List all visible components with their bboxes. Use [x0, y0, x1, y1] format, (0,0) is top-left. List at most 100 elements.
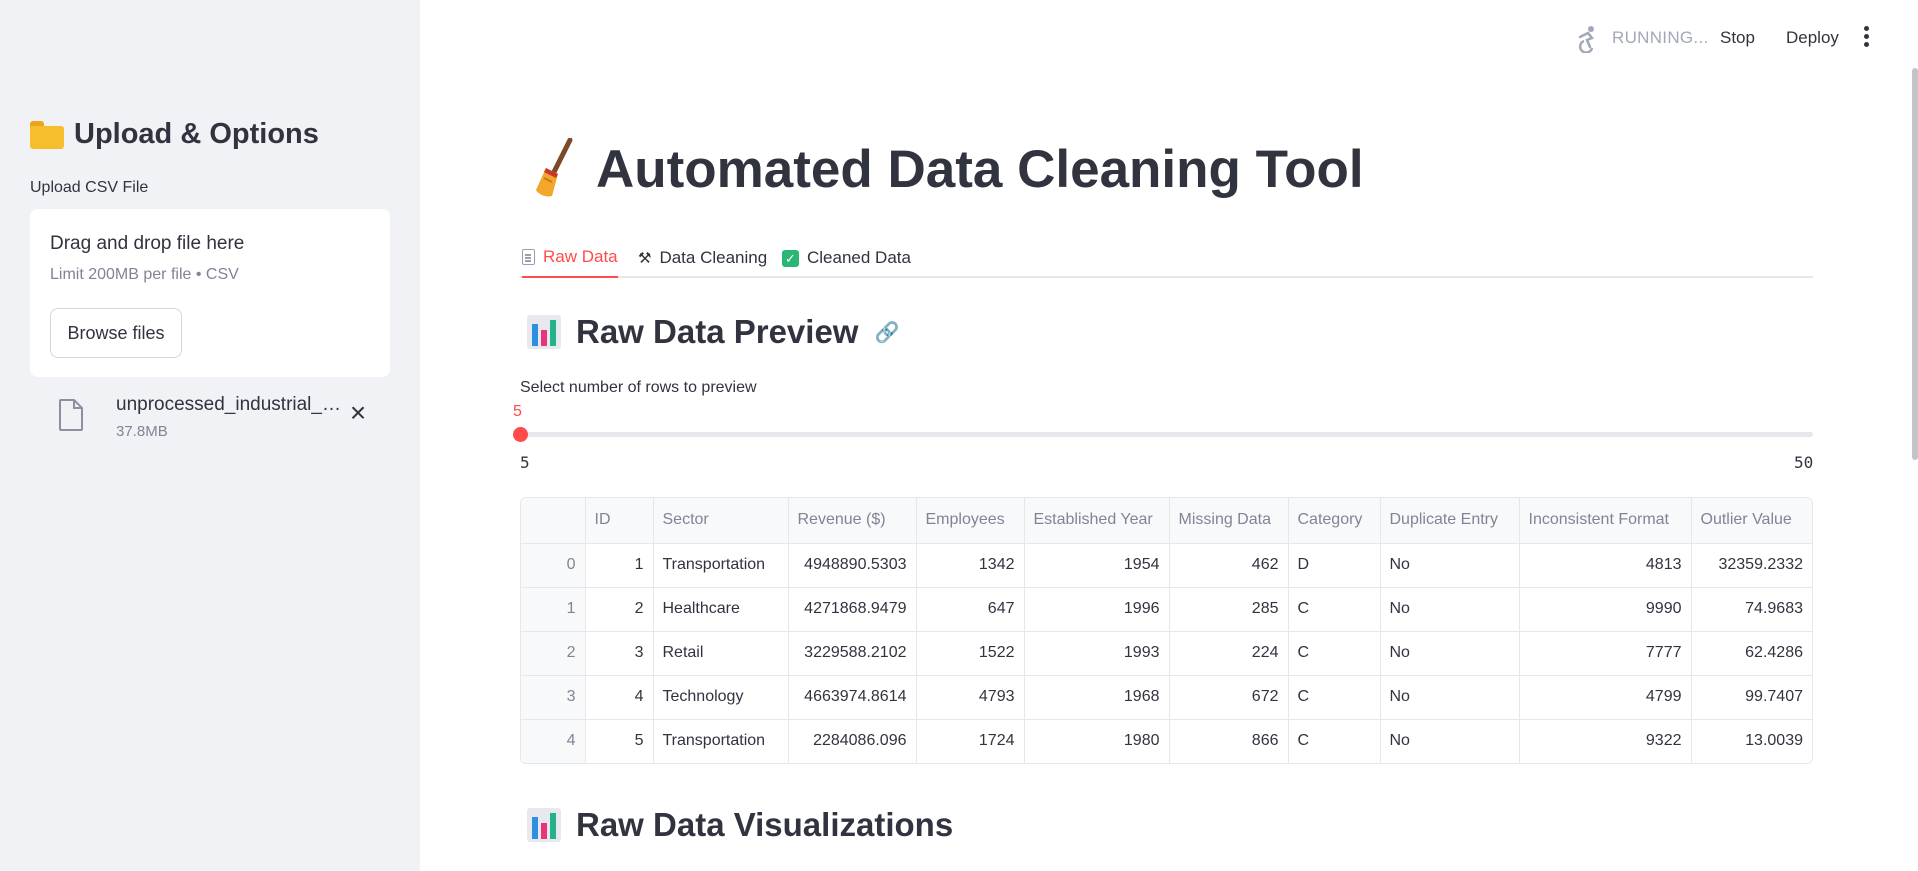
- table-cell[interactable]: Technology: [653, 675, 789, 720]
- column-header[interactable]: Duplicate Entry: [1380, 498, 1520, 544]
- table-cell[interactable]: 1954: [1024, 543, 1170, 588]
- column-header[interactable]: [521, 498, 586, 544]
- table-cell[interactable]: C: [1288, 587, 1381, 632]
- table-cell[interactable]: Transportation: [653, 543, 789, 588]
- table-cell[interactable]: 4813: [1519, 543, 1692, 588]
- tab-bar: Raw Data ⚒ Data Cleaning ✓ Cleaned Data: [520, 232, 1813, 278]
- data-table[interactable]: ID Sector Revenue ($) Employees Establis…: [520, 497, 1813, 764]
- table-cell[interactable]: 4793: [916, 675, 1025, 720]
- table-cell[interactable]: 462: [1169, 543, 1289, 588]
- column-header[interactable]: Employees: [916, 498, 1025, 544]
- table-cell[interactable]: 4663974.8614: [788, 675, 917, 720]
- column-header[interactable]: Category: [1288, 498, 1381, 544]
- page-title: Automated Data Cleaning Tool: [534, 138, 1364, 200]
- tab-cleaned-data[interactable]: ✓ Cleaned Data: [782, 238, 911, 278]
- table-cell[interactable]: 1: [585, 543, 654, 588]
- stop-button[interactable]: Stop: [1720, 28, 1755, 48]
- bar-chart-icon: [527, 315, 561, 349]
- browse-files-button[interactable]: Browse files: [50, 308, 182, 358]
- table-cell[interactable]: 285: [1169, 587, 1289, 632]
- table-cell[interactable]: No: [1380, 631, 1520, 676]
- table-cell[interactable]: 4799: [1519, 675, 1692, 720]
- table-cell[interactable]: 74.9683: [1691, 587, 1812, 632]
- table-cell[interactable]: 7777: [1519, 631, 1692, 676]
- upload-label: Upload CSV File: [30, 179, 149, 196]
- table-cell[interactable]: C: [1288, 719, 1381, 763]
- table-cell[interactable]: 866: [1169, 719, 1289, 763]
- table-cell[interactable]: Healthcare: [653, 587, 789, 632]
- table-cell[interactable]: 1522: [916, 631, 1025, 676]
- running-status: RUNNING...: [1612, 28, 1709, 47]
- table-cell[interactable]: 2284086.096: [788, 719, 917, 763]
- table-cell[interactable]: 647: [916, 587, 1025, 632]
- table-cell[interactable]: 4948890.5303: [788, 543, 917, 588]
- column-header[interactable]: ID: [585, 498, 654, 544]
- deploy-button[interactable]: Deploy: [1786, 28, 1839, 48]
- table-cell[interactable]: 99.7407: [1691, 675, 1812, 720]
- app-root: Upload & Options Upload CSV File Drag an…: [0, 0, 1918, 871]
- table-cell[interactable]: 4: [521, 719, 586, 763]
- table-row: 0 1 Transportation 4948890.5303 1342 195…: [521, 543, 1812, 588]
- table-cell[interactable]: 2: [521, 631, 586, 676]
- table-cell[interactable]: 9990: [1519, 587, 1692, 632]
- main-menu-icon[interactable]: [1862, 26, 1870, 50]
- tab-data-cleaning[interactable]: ⚒ Data Cleaning: [638, 238, 767, 278]
- table-cell[interactable]: 1993: [1024, 631, 1170, 676]
- table-cell[interactable]: 5: [585, 719, 654, 763]
- table-cell[interactable]: 13.0039: [1691, 719, 1812, 763]
- file-dropzone[interactable]: Drag and drop file here Limit 200MB per …: [30, 209, 390, 377]
- column-header[interactable]: Inconsistent Format: [1519, 498, 1692, 544]
- table-cell[interactable]: 3: [585, 631, 654, 676]
- table-cell[interactable]: C: [1288, 675, 1381, 720]
- column-header[interactable]: Established Year: [1024, 498, 1170, 544]
- column-header[interactable]: Missing Data: [1169, 498, 1289, 544]
- table-cell[interactable]: No: [1380, 675, 1520, 720]
- table-cell[interactable]: 1342: [916, 543, 1025, 588]
- raw-data-preview-text: Raw Data Preview: [576, 313, 859, 350]
- slider-track[interactable]: [520, 432, 1813, 437]
- table-cell[interactable]: 4271868.9479: [788, 587, 917, 632]
- uploaded-file: unprocessed_industrial_data.csv 37.8MB ×: [30, 390, 390, 450]
- table-cell[interactable]: 0: [521, 543, 586, 588]
- link-icon[interactable]: 🔗: [874, 320, 899, 345]
- tab-raw-data-label: Raw Data: [543, 247, 618, 266]
- sidebar: Upload & Options Upload CSV File Drag an…: [0, 0, 420, 871]
- table-cell[interactable]: 1724: [916, 719, 1025, 763]
- check-icon: ✓: [782, 249, 799, 267]
- table-cell[interactable]: 9322: [1519, 719, 1692, 763]
- sidebar-title: Upload & Options: [30, 118, 319, 151]
- table-header-row: ID Sector Revenue ($) Employees Establis…: [521, 498, 1812, 544]
- column-header[interactable]: Sector: [653, 498, 789, 544]
- slider-thumb[interactable]: [513, 427, 528, 442]
- table-cell[interactable]: C: [1288, 631, 1381, 676]
- table-cell[interactable]: Transportation: [653, 719, 789, 763]
- table-cell[interactable]: 1: [521, 587, 586, 632]
- remove-file-icon[interactable]: ×: [346, 399, 370, 427]
- table-cell[interactable]: No: [1380, 543, 1520, 588]
- table-cell[interactable]: 4: [585, 675, 654, 720]
- table-cell[interactable]: 3: [521, 675, 586, 720]
- table-cell[interactable]: 2: [585, 587, 654, 632]
- bar-chart-icon: [527, 808, 561, 842]
- table-cell[interactable]: 62.4286: [1691, 631, 1812, 676]
- table-cell[interactable]: No: [1380, 587, 1520, 632]
- table-cell[interactable]: 1968: [1024, 675, 1170, 720]
- file-name: unprocessed_industrial_data.csv: [116, 394, 346, 415]
- table-cell[interactable]: 1996: [1024, 587, 1170, 632]
- table-cell[interactable]: 672: [1169, 675, 1289, 720]
- column-header[interactable]: Revenue ($): [788, 498, 917, 544]
- page-title-text: Automated Data Cleaning Tool: [596, 139, 1364, 199]
- sidebar-title-text: Upload & Options: [74, 118, 319, 150]
- file-icon: [59, 399, 83, 431]
- table-cell[interactable]: 3229588.2102: [788, 631, 917, 676]
- table-cell[interactable]: No: [1380, 719, 1520, 763]
- tab-raw-data[interactable]: Raw Data: [522, 238, 618, 278]
- table-cell[interactable]: 32359.2332: [1691, 543, 1812, 588]
- table-cell[interactable]: 224: [1169, 631, 1289, 676]
- table-cell[interactable]: 1980: [1024, 719, 1170, 763]
- column-header[interactable]: Outlier Value: [1691, 498, 1812, 544]
- scrollbar[interactable]: [1912, 68, 1918, 460]
- table-cell[interactable]: Retail: [653, 631, 789, 676]
- raw-data-visualizations-text: Raw Data Visualizations: [576, 806, 954, 843]
- table-cell[interactable]: D: [1288, 543, 1381, 588]
